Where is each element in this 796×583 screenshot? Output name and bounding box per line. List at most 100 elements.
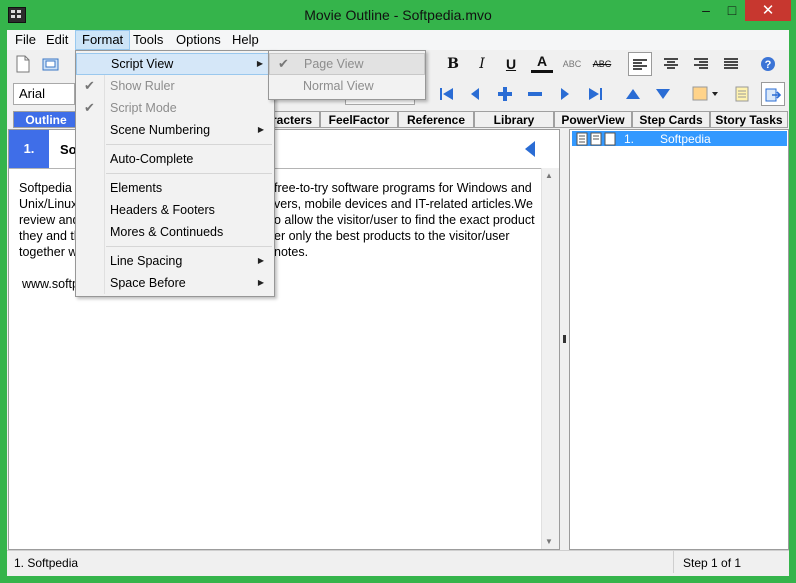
menu-separator (106, 144, 272, 145)
menu-item-elements[interactable]: Elements (76, 177, 274, 199)
submenu-arrow-icon: ▶ (257, 278, 264, 287)
doc-line: vers, mobile devices and IT-related arti… (274, 197, 533, 211)
outline-panel (569, 129, 789, 550)
menu-tools[interactable]: Tools (127, 30, 169, 50)
add-scene-icon[interactable] (494, 83, 516, 105)
doc-line: review and (19, 213, 80, 227)
menu-file[interactable]: File (9, 30, 42, 50)
underline-button[interactable]: U (500, 53, 522, 75)
submenu-arrow-icon: ▶ (256, 59, 263, 68)
next-scene-icon[interactable] (554, 83, 576, 105)
tab-story-tasks[interactable]: Story Tasks (710, 111, 788, 128)
strikethrough-button[interactable]: ABC (591, 53, 613, 75)
tab-reference[interactable]: Reference (398, 111, 474, 128)
menu-help[interactable]: Help (226, 30, 265, 50)
document-scrollbar[interactable] (541, 168, 559, 549)
spell-check-button[interactable]: ABC (561, 53, 583, 75)
checkmark-icon: ✔ (84, 78, 95, 93)
doc-line: free-to-try software programs for Window… (274, 181, 532, 195)
doc-line: they and th (19, 229, 81, 243)
prev-scene-icon[interactable] (464, 83, 486, 105)
script-view-submenu: ✔ Page View Normal View (268, 50, 426, 100)
tab-powerview[interactable]: PowerView (554, 111, 632, 128)
menu-item-label: Script View (111, 57, 174, 71)
menu-item-label: Show Ruler (110, 79, 175, 93)
menu-item-mores-continueds[interactable]: Mores & Continueds (76, 221, 274, 243)
doc-line: o allow the visitor/user to find the exa… (274, 213, 535, 227)
submenu-arrow-icon: ▶ (257, 256, 264, 265)
last-scene-icon[interactable] (584, 83, 606, 105)
tab-library[interactable]: Library (474, 111, 554, 128)
tab-outline[interactable]: Outline (13, 111, 79, 128)
menu-separator (106, 173, 272, 174)
splitter-grip[interactable] (563, 335, 566, 343)
menu-item-label: Elements (110, 181, 163, 195)
submenu-arrow-icon: ▶ (257, 125, 264, 134)
collapse-arrow-icon[interactable] (524, 140, 536, 161)
italic-button[interactable]: I (471, 53, 493, 75)
close-button[interactable]: ✕ (745, 0, 791, 21)
move-down-icon[interactable] (652, 83, 674, 105)
doc-url: www.softp (22, 277, 79, 291)
open-folder-icon[interactable] (40, 53, 62, 75)
notes-icon[interactable] (731, 83, 753, 105)
menu-item-auto-complete[interactable]: Auto-Complete (76, 148, 274, 170)
align-right-icon[interactable] (690, 53, 712, 75)
status-step: Step 1 of 1 (683, 556, 742, 570)
scroll-down-icon[interactable]: ▼ (545, 537, 553, 546)
menu-item-page-view[interactable]: ✔ Page View (269, 53, 425, 75)
scene-number: 1. (9, 130, 49, 168)
menu-item-label: Scene Numbering (110, 123, 211, 137)
menu-item-label: Mores & Continueds (110, 225, 224, 239)
new-document-icon[interactable] (12, 53, 34, 75)
checkmark-icon: ✔ (278, 56, 289, 71)
help-icon[interactable]: ? (757, 53, 779, 75)
menu-item-script-mode[interactable]: ✔ Script Mode (76, 97, 274, 119)
menu-item-label: Normal View (303, 79, 374, 93)
text-color-button[interactable]: A (531, 51, 553, 73)
menu-format[interactable]: Format (75, 30, 131, 50)
scene-color-dropdown-icon[interactable] (689, 83, 721, 105)
menu-item-label: Script Mode (110, 101, 177, 115)
menu-edit[interactable]: Edit (40, 30, 74, 50)
menu-item-headers-footers[interactable]: Headers & Footers (76, 199, 274, 221)
bold-button[interactable]: B (442, 53, 464, 75)
font-combo[interactable]: Arial (13, 83, 75, 105)
tab-feelfactor[interactable]: FeelFactor (320, 111, 398, 128)
window-title: Movie Outline - Softpedia.mvo (304, 7, 492, 23)
tab-step-cards[interactable]: Step Cards (632, 111, 710, 128)
menu-item-scene-numbering[interactable]: Scene Numbering ▶ (76, 119, 274, 141)
align-justify-icon[interactable] (720, 53, 742, 75)
outline-item-title: Softpedia (660, 132, 711, 146)
menu-separator (106, 246, 272, 247)
menu-options[interactable]: Options (170, 30, 227, 50)
document-text-right[interactable]: free-to-try software programs for Window… (274, 180, 535, 260)
align-center-icon[interactable] (660, 53, 682, 75)
menu-item-label: Headers & Footers (110, 203, 215, 217)
doc-line: together w (19, 245, 78, 259)
status-divider (673, 551, 674, 573)
move-up-icon[interactable] (622, 83, 644, 105)
menu-item-script-view[interactable]: Script View ▶ (76, 53, 274, 75)
document-text-left[interactable]: Softpedia Unix/Linux review and they and… (19, 180, 81, 292)
status-bar (7, 550, 789, 576)
doc-line: Softpedia (19, 181, 72, 195)
align-left-icon[interactable] (628, 52, 652, 76)
scroll-up-icon[interactable]: ▲ (545, 171, 553, 180)
menu-item-label: Line Spacing (110, 254, 183, 268)
menu-item-label: Page View (304, 57, 364, 71)
doc-line: notes. (274, 245, 309, 259)
checkmark-icon: ✔ (84, 100, 95, 115)
status-scene: 1. Softpedia (14, 556, 79, 570)
minimize-button[interactable]: – (692, 0, 720, 22)
maximize-button[interactable]: □ (718, 0, 746, 22)
doc-line: er only the best products to the visitor… (274, 229, 510, 243)
remove-scene-icon[interactable] (524, 83, 546, 105)
first-scene-icon[interactable] (436, 83, 458, 105)
menu-item-show-ruler[interactable]: ✔ Show Ruler (76, 75, 274, 97)
export-icon[interactable] (761, 82, 785, 106)
scene-page-icons (576, 132, 618, 149)
menu-item-normal-view[interactable]: Normal View (269, 75, 425, 97)
menu-item-line-spacing[interactable]: Line Spacing ▶ (76, 250, 274, 272)
menu-item-space-before[interactable]: Space Before ▶ (76, 272, 274, 294)
